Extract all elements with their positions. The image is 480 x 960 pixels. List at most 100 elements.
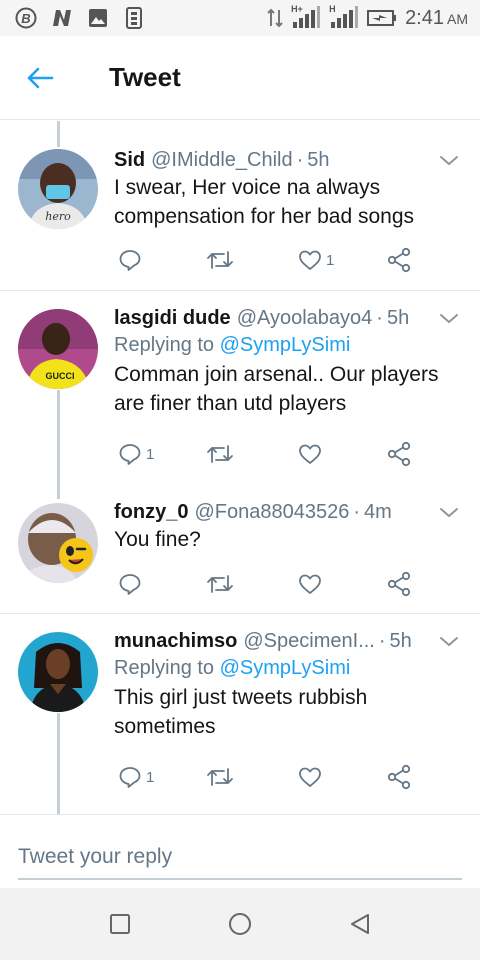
- reply-button[interactable]: [118, 245, 146, 275]
- svg-text:hero: hero: [45, 210, 71, 223]
- share-icon: [387, 571, 411, 597]
- like-count: 1: [326, 251, 335, 269]
- heart-icon: [299, 250, 321, 270]
- heart-icon: [299, 444, 321, 464]
- signal-strength-icon-1: H+: [291, 4, 321, 30]
- separator-dot: ·: [353, 501, 361, 523]
- share-button[interactable]: [386, 569, 412, 599]
- reply-tweet-1[interactable]: hero Sid @IMiddle_Child · 5h I swear, He…: [0, 121, 480, 291]
- chevron-down-icon[interactable]: [438, 149, 460, 171]
- system-navigation-bar: [0, 888, 480, 960]
- share-icon: [387, 441, 411, 467]
- tweet-time: 5h: [307, 149, 330, 171]
- share-icon: [387, 247, 411, 273]
- tweet-text: You fine?: [114, 528, 201, 551]
- retweet-icon: [207, 445, 233, 463]
- status-bar: B H+ H 2:41 AM: [0, 0, 480, 36]
- clock-time: 2:41: [405, 6, 444, 29]
- gallery-notification-icon: [86, 6, 110, 30]
- chevron-down-icon[interactable]: [438, 501, 460, 523]
- clock-ampm: AM: [447, 10, 468, 27]
- svg-text:GUCCI: GUCCI: [46, 371, 75, 381]
- retweet-icon: [207, 251, 233, 269]
- user-handle[interactable]: @Ayoolabayo4: [237, 305, 373, 331]
- share-icon: [387, 764, 411, 790]
- share-button[interactable]: [386, 245, 412, 275]
- reply-count: 1: [146, 768, 155, 786]
- heart-icon: [299, 767, 321, 787]
- reply-icon: [119, 574, 141, 595]
- chevron-down-icon[interactable]: [438, 630, 460, 652]
- reply-button[interactable]: [118, 569, 146, 599]
- like-button[interactable]: 1: [298, 245, 334, 275]
- reply-tweet-4[interactable]: munachimso @SpecimenI... · 5h Replying t…: [0, 614, 480, 815]
- user-name[interactable]: fonzy_0: [114, 499, 188, 525]
- share-button[interactable]: [386, 439, 412, 469]
- svg-text:B: B: [21, 11, 30, 26]
- share-button[interactable]: [386, 762, 412, 792]
- app-header: Tweet: [0, 36, 480, 120]
- tweet-reply-input[interactable]: [18, 839, 462, 875]
- tweet-header: lasgidi dude @Ayoolabayo4 · 5h: [114, 305, 460, 331]
- separator-dot: ·: [376, 307, 383, 329]
- like-button[interactable]: [298, 439, 326, 469]
- retweet-icon: [207, 575, 233, 593]
- signal-strength-icon-2: H: [329, 4, 359, 30]
- avatar[interactable]: [18, 503, 98, 583]
- sim-card-notification-icon: [122, 6, 146, 30]
- reply-button[interactable]: 1: [118, 762, 154, 792]
- user-handle[interactable]: @IMiddle_Child: [151, 147, 292, 173]
- separator-dot: ·: [378, 630, 386, 652]
- reply-icon: [119, 250, 141, 271]
- user-name[interactable]: Sid: [114, 147, 145, 173]
- replying-to-mention[interactable]: @SympLySimi: [220, 334, 351, 356]
- tweet-header: munachimso @SpecimenI... · 5h: [114, 628, 460, 654]
- tweet-header: Sid @IMiddle_Child · 5h: [114, 147, 460, 173]
- replying-to-mention[interactable]: @SympLySimi: [220, 657, 351, 679]
- tweet-header: fonzy_0 @Fona88043526 · 4m: [114, 499, 460, 525]
- reply-icon: [119, 767, 141, 788]
- user-name[interactable]: munachimso: [114, 628, 237, 654]
- back-button[interactable]: [0, 36, 80, 120]
- reply-tweet-2[interactable]: GUCCI lasgidi dude @Ayoolabayo4 · 5h Rep…: [0, 291, 480, 485]
- separator-dot: ·: [296, 149, 304, 171]
- user-name[interactable]: lasgidi dude: [114, 305, 231, 331]
- retweet-button[interactable]: [206, 245, 238, 275]
- data-transfer-icon: [267, 8, 283, 28]
- square-icon: [110, 914, 130, 934]
- avatar[interactable]: hero: [18, 149, 98, 229]
- home-button[interactable]: [216, 900, 264, 948]
- battery-charging-icon: [367, 10, 397, 26]
- replying-to-label: Replying to: [114, 334, 215, 356]
- back-arrow-icon: [27, 67, 54, 88]
- tweet-time: 5h: [389, 630, 412, 652]
- retweet-icon: [207, 768, 233, 786]
- news-app-notification-icon: [50, 6, 74, 30]
- recent-apps-button[interactable]: [96, 900, 144, 948]
- user-handle[interactable]: @Fona88043526: [194, 499, 349, 525]
- avatar[interactable]: GUCCI: [18, 309, 98, 389]
- avatar[interactable]: [18, 632, 98, 712]
- circle-icon: [229, 913, 251, 935]
- triangle-back-icon: [351, 914, 369, 934]
- reply-composer: [18, 836, 462, 880]
- like-button[interactable]: [298, 569, 326, 599]
- retweet-button[interactable]: [206, 439, 238, 469]
- replying-to-line: Replying to @SympLySimi: [114, 331, 460, 360]
- reply-tweet-3[interactable]: fonzy_0 @Fona88043526 · 4m You fine?: [0, 485, 480, 614]
- chevron-down-icon[interactable]: [438, 307, 460, 329]
- tweet-text: Comman join arsenal.. Our players are fi…: [114, 363, 439, 415]
- b-app-notification-icon: B: [14, 6, 38, 30]
- replying-to-label: Replying to: [114, 657, 215, 679]
- tweet-time: 5h: [386, 307, 410, 329]
- like-button[interactable]: [298, 762, 326, 792]
- retweet-button[interactable]: [206, 762, 238, 792]
- user-handle[interactable]: @SpecimenI...: [243, 628, 374, 654]
- reply-button[interactable]: 1: [118, 439, 154, 469]
- reply-count: 1: [146, 445, 155, 463]
- system-back-button[interactable]: [336, 900, 384, 948]
- page-title: Tweet: [109, 62, 181, 92]
- retweet-button[interactable]: [206, 569, 238, 599]
- tweet-text: I swear, Her voice na always compensatio…: [114, 176, 415, 228]
- heart-icon: [299, 574, 321, 594]
